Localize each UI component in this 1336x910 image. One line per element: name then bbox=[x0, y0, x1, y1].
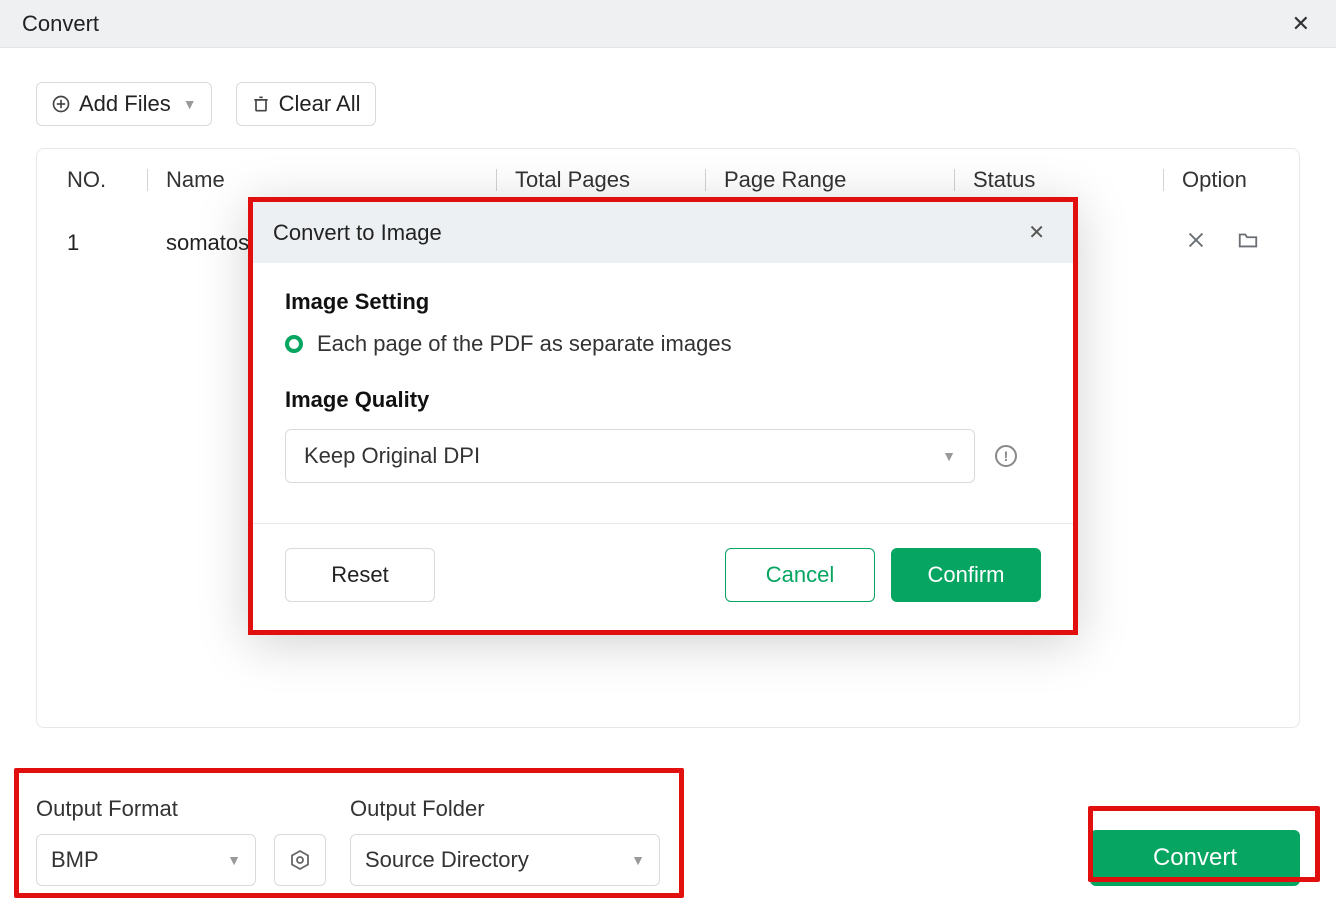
col-name: Name bbox=[166, 167, 496, 193]
chevron-down-icon: ▼ bbox=[631, 852, 645, 868]
output-format-label: Output Format bbox=[36, 796, 326, 822]
dialog-header: Convert to Image ✕ bbox=[253, 202, 1073, 263]
cell-no: 1 bbox=[67, 230, 147, 256]
close-icon[interactable]: ✕ bbox=[1284, 7, 1318, 41]
radio-icon bbox=[285, 335, 303, 353]
radio-label: Each page of the PDF as separate images bbox=[317, 331, 732, 357]
cancel-button[interactable]: Cancel bbox=[725, 548, 875, 602]
open-folder-icon[interactable] bbox=[1237, 229, 1259, 257]
clear-all-button[interactable]: Clear All bbox=[236, 82, 376, 126]
clear-all-label: Clear All bbox=[279, 91, 361, 117]
trash-icon bbox=[251, 94, 271, 114]
confirm-button[interactable]: Confirm bbox=[891, 548, 1041, 602]
plus-circle-icon bbox=[51, 94, 71, 114]
dialog-title: Convert to Image bbox=[273, 220, 442, 246]
footer-bar: Output Format BMP ▼ Output Folder Source… bbox=[0, 796, 1336, 886]
reset-label: Reset bbox=[331, 562, 388, 588]
convert-to-image-dialog: Convert to Image ✕ Image Setting Each pa… bbox=[248, 197, 1078, 635]
col-status: Status bbox=[973, 167, 1163, 193]
output-format-group: Output Format BMP ▼ bbox=[36, 796, 326, 886]
reset-button[interactable]: Reset bbox=[285, 548, 435, 602]
window-title: Convert bbox=[22, 11, 99, 37]
close-icon[interactable]: ✕ bbox=[1020, 216, 1053, 249]
col-page-range: Page Range bbox=[724, 167, 954, 193]
convert-button-label: Convert bbox=[1153, 844, 1237, 871]
add-files-button[interactable]: Add Files ▼ bbox=[36, 82, 212, 126]
col-total-pages: Total Pages bbox=[515, 167, 705, 193]
output-format-value: BMP bbox=[51, 847, 99, 873]
output-format-select[interactable]: BMP ▼ bbox=[36, 834, 256, 886]
image-quality-heading: Image Quality bbox=[285, 387, 1041, 413]
chevron-down-icon: ▼ bbox=[942, 448, 956, 464]
output-folder-select[interactable]: Source Directory ▼ bbox=[350, 834, 660, 886]
remove-row-icon[interactable] bbox=[1185, 229, 1207, 257]
chevron-down-icon: ▼ bbox=[227, 852, 241, 868]
dialog-footer: Reset Cancel Confirm bbox=[253, 524, 1073, 630]
title-bar: Convert ✕ bbox=[0, 0, 1336, 48]
convert-button[interactable]: Convert bbox=[1090, 830, 1300, 886]
add-files-label: Add Files bbox=[79, 91, 171, 117]
output-folder-group: Output Folder Source Directory ▼ bbox=[350, 796, 660, 886]
output-folder-value: Source Directory bbox=[365, 847, 529, 873]
separate-images-radio[interactable]: Each page of the PDF as separate images bbox=[285, 331, 1041, 357]
info-icon[interactable]: ! bbox=[995, 445, 1017, 467]
settings-button[interactable] bbox=[274, 834, 326, 886]
toolbar: Add Files ▼ Clear All bbox=[0, 48, 1336, 148]
output-folder-label: Output Folder bbox=[350, 796, 660, 822]
col-no: NO. bbox=[67, 167, 147, 193]
image-quality-value: Keep Original DPI bbox=[304, 443, 480, 469]
row-options bbox=[1106, 229, 1269, 257]
dialog-body: Image Setting Each page of the PDF as se… bbox=[253, 263, 1073, 523]
confirm-label: Confirm bbox=[927, 562, 1004, 588]
image-setting-heading: Image Setting bbox=[285, 289, 1041, 315]
chevron-down-icon: ▼ bbox=[183, 96, 197, 112]
cancel-label: Cancel bbox=[766, 562, 834, 588]
col-option: Option bbox=[1182, 167, 1269, 193]
image-quality-select[interactable]: Keep Original DPI ▼ bbox=[285, 429, 975, 483]
